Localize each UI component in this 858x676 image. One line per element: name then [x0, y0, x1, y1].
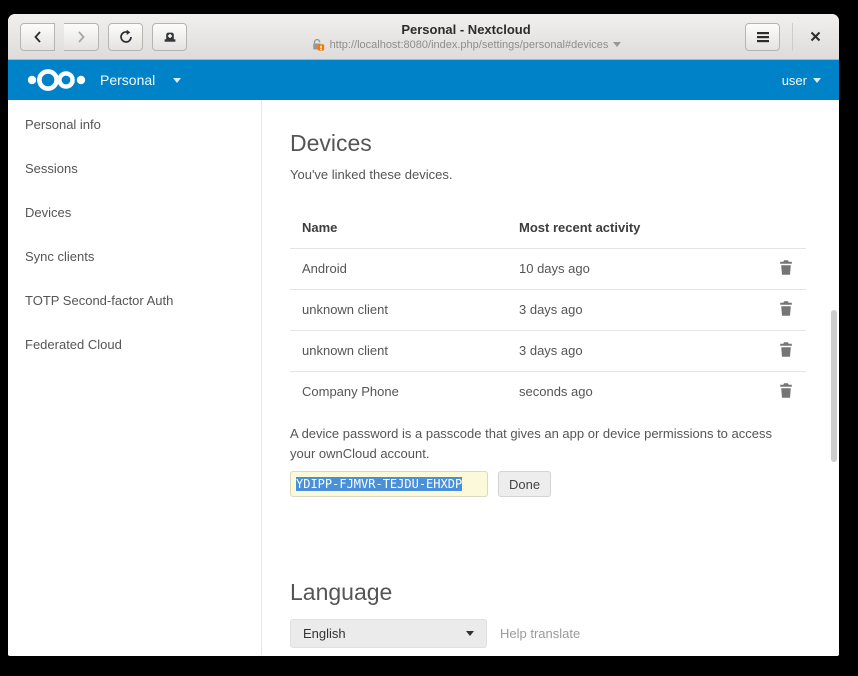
device-password-value: YDIPP-FJMVR-TEJDU-EHXDP [296, 477, 462, 491]
table-row: unknown client 3 days ago [290, 330, 806, 371]
insecure-lock-icon [311, 38, 325, 51]
forward-icon [74, 30, 88, 44]
table-row: Android 10 days ago [290, 248, 806, 289]
hamburger-menu-icon [755, 30, 771, 44]
help-translate-link[interactable]: Help translate [500, 626, 580, 641]
table-row: Company Phone seconds ago [290, 371, 806, 412]
scrollbar-thumb[interactable] [831, 310, 837, 462]
language-selected-value: English [303, 626, 346, 641]
forward-button[interactable] [64, 23, 99, 51]
new-tab-button[interactable] [152, 23, 187, 51]
sidebar-item-federated-cloud[interactable]: Federated Cloud [8, 323, 261, 367]
titlebar: Personal - Nextcloud http://localhost:80… [8, 14, 839, 60]
delete-device-icon[interactable] [778, 300, 794, 317]
back-icon [31, 30, 45, 44]
app-menu-label: Personal [100, 72, 155, 88]
devices-table: Name Most recent activity Android 10 day… [290, 208, 806, 412]
user-menu[interactable]: user [782, 73, 821, 88]
url-caret-icon [613, 42, 621, 48]
new-tab-icon [162, 29, 178, 45]
url-bar[interactable]: http://localhost:8080/index.php/settings… [187, 38, 745, 52]
table-row: unknown client 3 days ago [290, 289, 806, 330]
device-password-row: YDIPP-FJMVR-TEJDU-EHXDP Done [290, 471, 839, 497]
devices-subtitle: You've linked these devices. [290, 167, 839, 182]
titlebar-separator [792, 23, 793, 51]
language-title: Language [290, 579, 839, 606]
col-header-name: Name [290, 208, 507, 248]
url-text: http://localhost:8080/index.php/settings… [330, 38, 609, 52]
device-name: unknown client [290, 330, 507, 371]
titlebar-right [745, 23, 827, 51]
delete-device-icon[interactable] [778, 341, 794, 358]
nextcloud-header: Personal user [8, 60, 839, 100]
language-select[interactable]: English [290, 619, 487, 648]
close-button[interactable] [803, 25, 827, 49]
titlebar-center: Personal - Nextcloud http://localhost:80… [187, 22, 745, 52]
reload-button[interactable] [108, 23, 143, 51]
browser-window: Personal - Nextcloud http://localhost:80… [8, 14, 839, 656]
col-header-activity: Most recent activity [507, 208, 760, 248]
delete-device-icon[interactable] [778, 259, 794, 276]
app-menu-caret-icon [173, 78, 181, 83]
sidebar-item-devices[interactable]: Devices [8, 191, 261, 235]
device-password-input[interactable]: YDIPP-FJMVR-TEJDU-EHXDP [290, 471, 488, 497]
settings-content: Personal info Sessions Devices Sync clie… [8, 100, 839, 655]
app-menu[interactable]: Personal [26, 67, 181, 93]
user-menu-label: user [782, 73, 807, 88]
sidebar-item-sync-clients[interactable]: Sync clients [8, 235, 261, 279]
devices-title: Devices [290, 130, 839, 157]
device-name: Company Phone [290, 371, 507, 412]
delete-device-icon[interactable] [778, 382, 794, 399]
language-row: English Help translate [290, 619, 839, 648]
history-nav [20, 23, 99, 51]
reload-icon [118, 29, 134, 45]
done-button[interactable]: Done [498, 471, 551, 497]
device-name: Android [290, 248, 507, 289]
device-activity: 3 days ago [507, 289, 760, 330]
sidebar-item-sessions[interactable]: Sessions [8, 147, 261, 191]
device-activity: seconds ago [507, 371, 760, 412]
window-title: Personal - Nextcloud [187, 22, 745, 38]
settings-sidebar: Personal info Sessions Devices Sync clie… [8, 100, 262, 655]
sidebar-item-personal-info[interactable]: Personal info [8, 103, 261, 147]
devices-panel: Devices You've linked these devices. Nam… [262, 100, 839, 655]
device-name: unknown client [290, 289, 507, 330]
back-button[interactable] [20, 23, 55, 51]
close-icon [809, 30, 822, 43]
select-caret-icon [466, 631, 474, 636]
nextcloud-logo [26, 67, 88, 93]
device-activity: 10 days ago [507, 248, 760, 289]
device-activity: 3 days ago [507, 330, 760, 371]
device-password-note: A device password is a passcode that giv… [290, 424, 790, 464]
menu-button[interactable] [745, 23, 780, 51]
user-menu-caret-icon [813, 78, 821, 83]
sidebar-item-totp[interactable]: TOTP Second-factor Auth [8, 279, 261, 323]
